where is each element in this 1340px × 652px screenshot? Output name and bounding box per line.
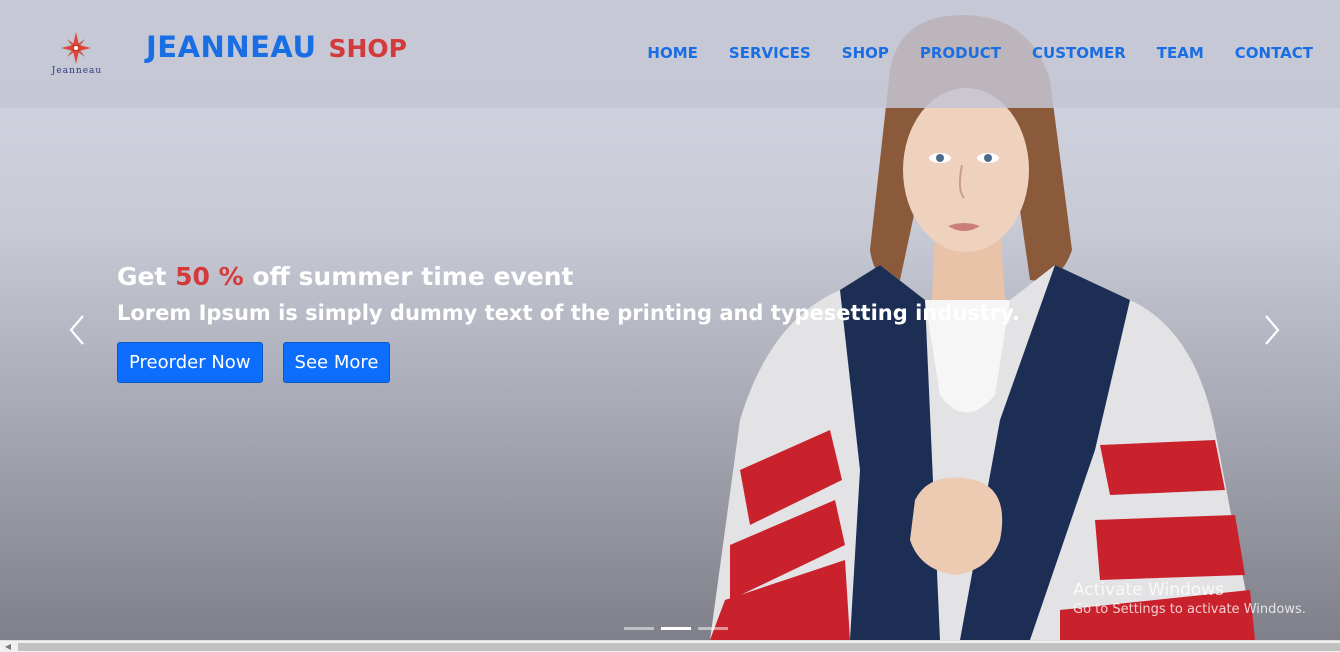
windows-activation-watermark: Activate Windows Go to Settings to activ… (1073, 580, 1306, 617)
brand-name-main: JEANNEAU (146, 30, 317, 64)
carousel-prev-button[interactable] (65, 314, 89, 346)
preorder-now-button[interactable]: Preorder Now (117, 342, 263, 383)
nav-services[interactable]: SERVICES (729, 44, 811, 62)
chevron-left-icon (69, 315, 84, 345)
carousel-indicator-2[interactable] (661, 627, 691, 630)
nav-home[interactable]: HOME (647, 44, 697, 62)
chevron-right-icon (1265, 315, 1280, 345)
nav-contact[interactable]: CONTACT (1235, 44, 1313, 62)
scroll-left-arrow-icon[interactable]: ◀ (0, 641, 16, 652)
nav-shop[interactable]: SHOP (842, 44, 889, 62)
carousel-indicator-1[interactable] (624, 627, 654, 630)
compass-star-icon (61, 32, 91, 64)
watermark-title: Activate Windows (1073, 580, 1224, 600)
logo-text: Jeanneau (51, 66, 103, 76)
brand-name[interactable]: JEANNEAU SHOP (146, 30, 407, 64)
carousel-indicator-3[interactable] (698, 627, 728, 630)
hero-headline: Get 50 % off summer time event (117, 262, 1020, 291)
hero-carousel: Jeanneau JEANNEAU SHOP HOME SERVICES SHOP… (0, 0, 1340, 640)
scrollbar-thumb[interactable] (18, 643, 1340, 651)
brand-logo[interactable]: Jeanneau (32, 30, 120, 80)
nav-customer[interactable]: CUSTOMER (1032, 44, 1126, 62)
nav-product[interactable]: PRODUCT (920, 44, 1001, 62)
nav-links: HOME SERVICES SHOP PRODUCT CUSTOMER TEAM… (647, 44, 1313, 62)
hero-subheadline: Lorem Ipsum is simply dummy text of the … (117, 301, 1020, 325)
see-more-button[interactable]: See More (282, 342, 391, 383)
discount-highlight: 50 % (175, 262, 244, 291)
carousel-next-button[interactable] (1260, 314, 1284, 346)
horizontal-scrollbar[interactable]: ◀ (0, 640, 1340, 652)
hero-buttons: Preorder Now See More (117, 342, 1020, 383)
headline-prefix: Get (117, 262, 176, 291)
watermark-subtitle: Go to Settings to activate Windows. (1073, 602, 1306, 617)
brand-name-accent: SHOP (328, 34, 408, 63)
headline-suffix: off summer time event (243, 262, 574, 291)
carousel-indicators (624, 627, 728, 630)
hero-caption: Get 50 % off summer time event Lorem Ips… (117, 262, 1020, 383)
nav-team[interactable]: TEAM (1157, 44, 1204, 62)
navbar: Jeanneau JEANNEAU SHOP HOME SERVICES SHOP… (0, 0, 1340, 108)
